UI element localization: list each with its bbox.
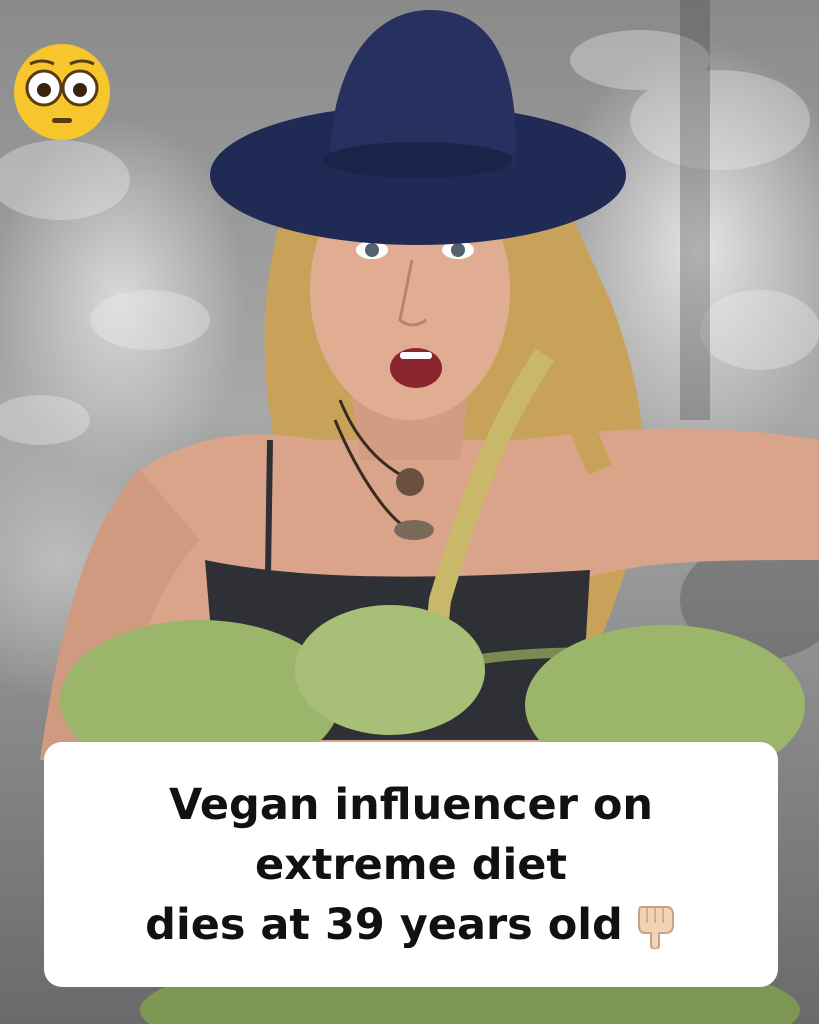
caption-line-1: Vegan influencer on bbox=[168, 779, 654, 830]
flushed-face-emoji bbox=[12, 42, 112, 142]
pointing-down-hand-emoji bbox=[637, 905, 674, 949]
caption-box: Vegan influencer on extreme diet dies at… bbox=[44, 742, 778, 987]
caption-line-2: extreme diet bbox=[254, 839, 567, 890]
caption-line-3: dies at 39 years old bbox=[145, 899, 623, 950]
caption-line-3-row: dies at 39 years old bbox=[145, 895, 677, 955]
